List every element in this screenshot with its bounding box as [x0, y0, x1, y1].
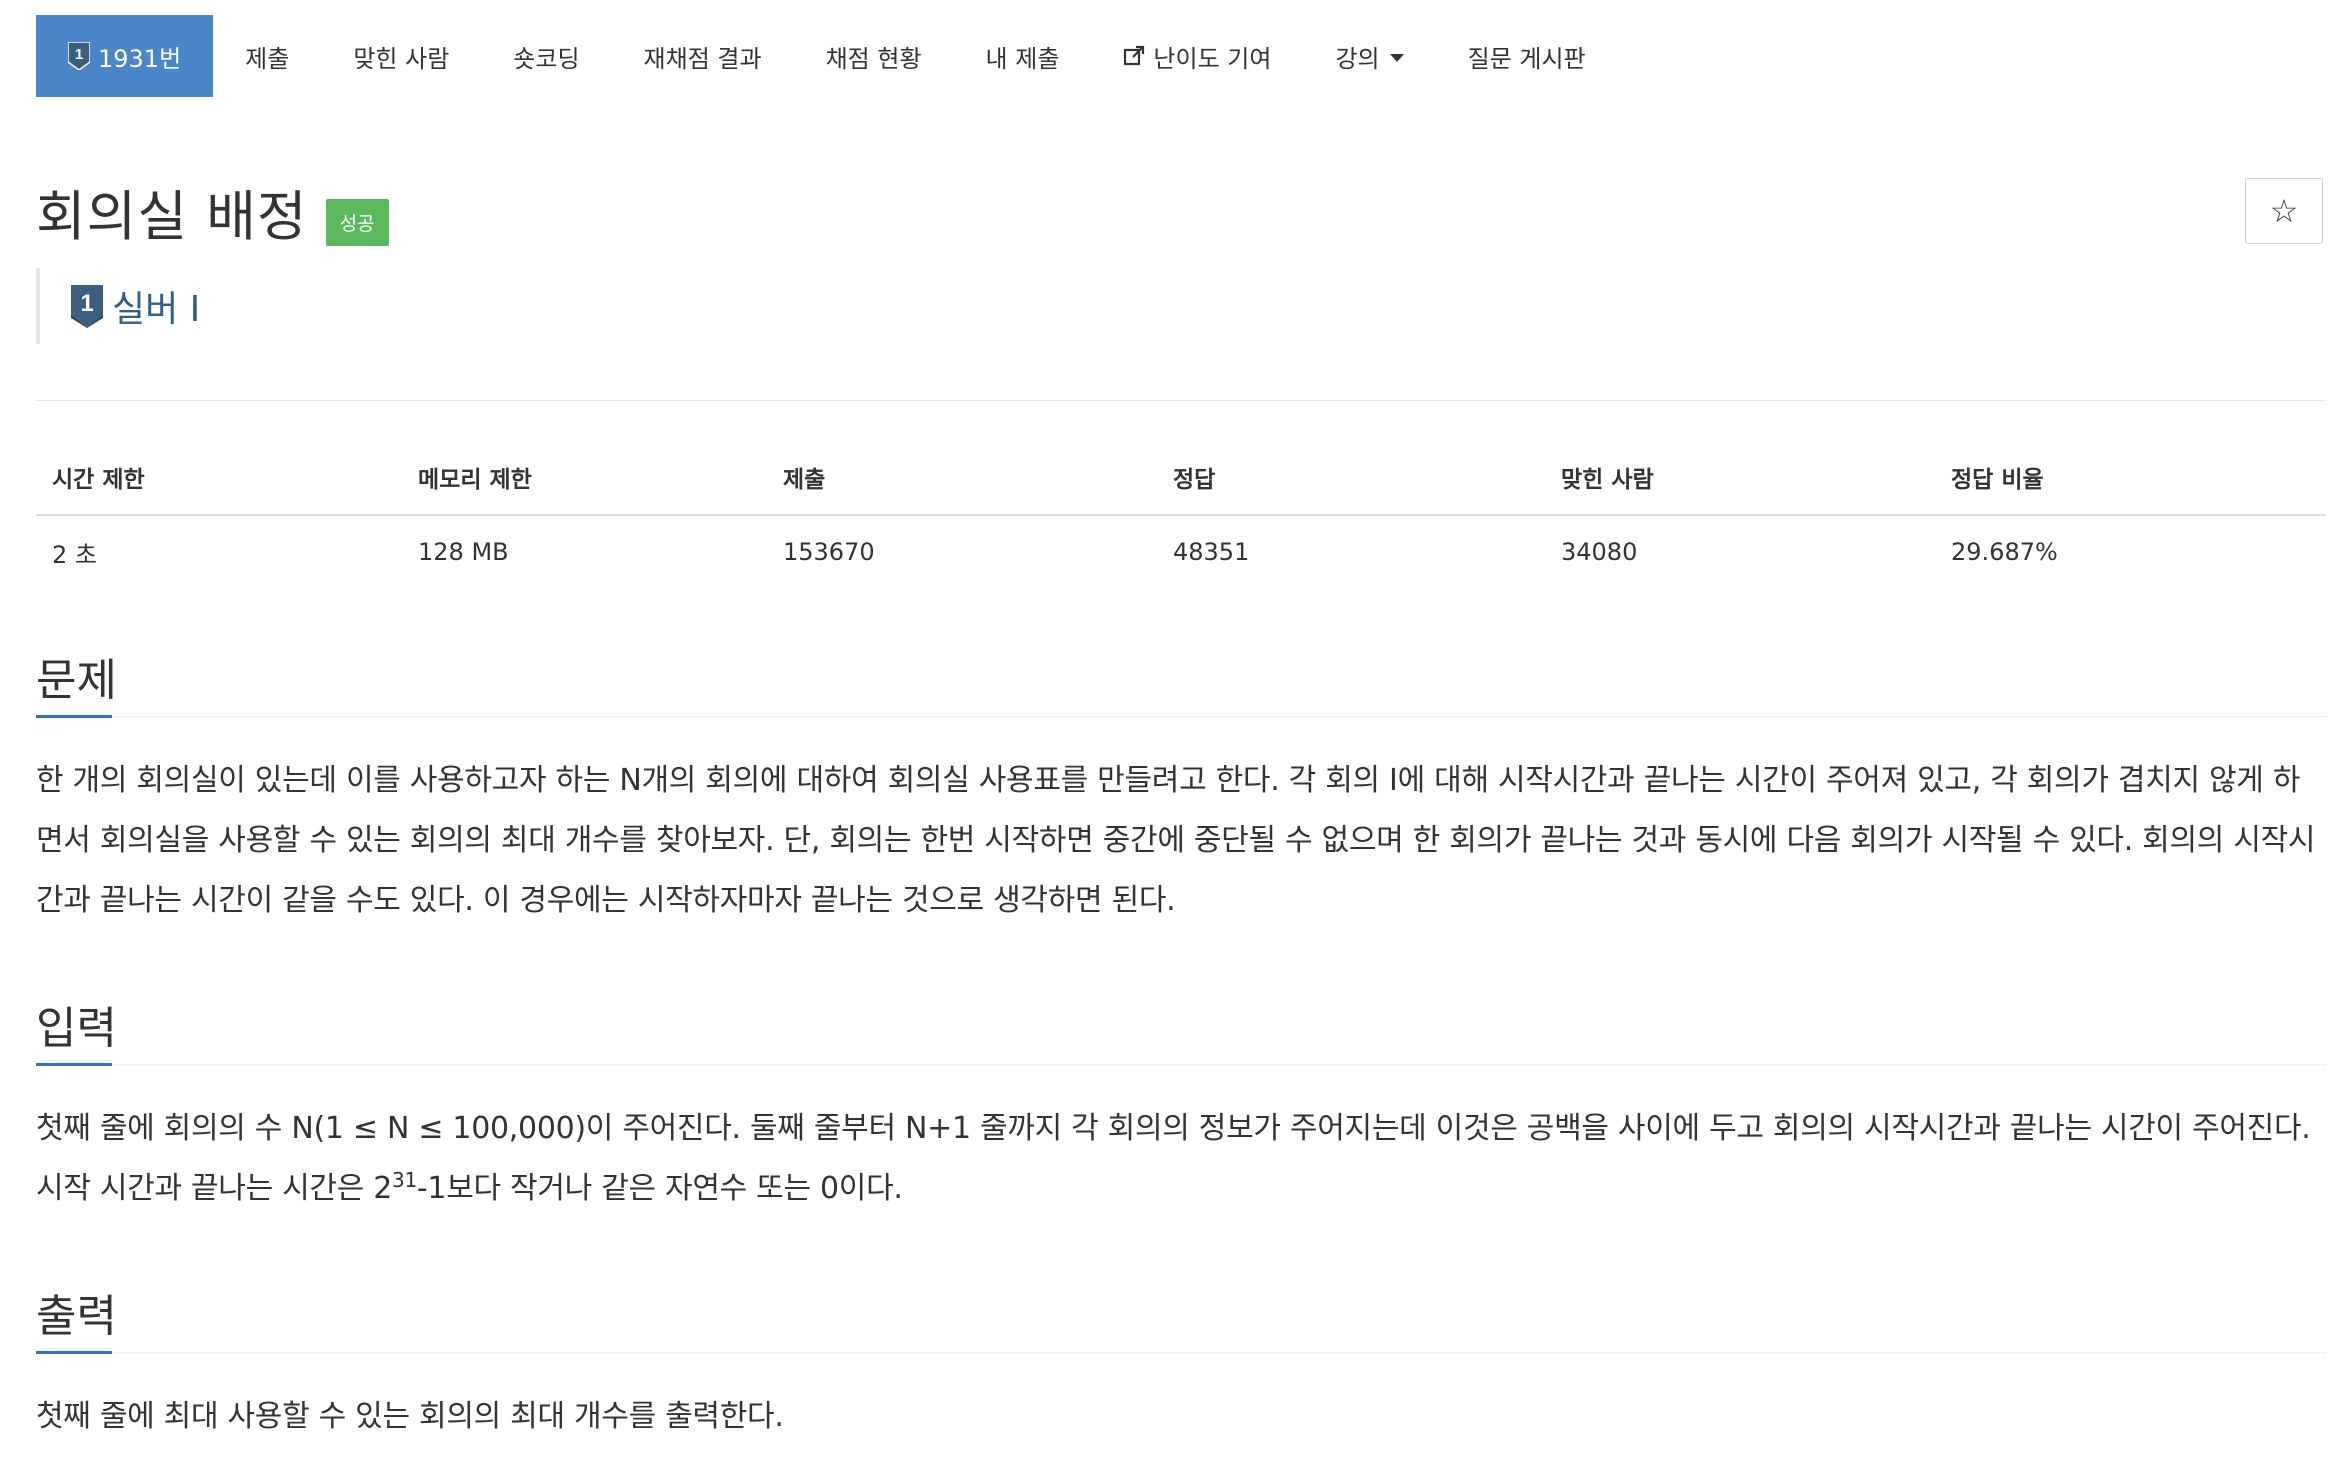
tab-submit-label: 제출 — [245, 44, 290, 73]
input-exponent: 31 — [392, 1168, 417, 1192]
tier-label: 실버 I — [112, 289, 201, 330]
tab-lectures-label: 강의 — [1335, 44, 1380, 73]
header-submissions: 제출 — [783, 467, 826, 493]
value-time-limit: 2 초 — [52, 540, 97, 569]
external-link-icon — [1123, 45, 1145, 67]
value-solved-users: 34080 — [1561, 538, 1638, 566]
tab-solved-users-label: 맞힌 사람 — [353, 44, 450, 73]
stats-header-row: 시간 제한 메모리 제한 제출 정답 맞힌 사람 정답 비율 — [36, 440, 2326, 516]
value-submissions: 153670 — [783, 538, 875, 566]
section-header: 출력 — [36, 1286, 2326, 1354]
tab-my-submissions[interactable]: 내 제출 — [954, 15, 1092, 97]
problem-stats-table: 시간 제한 메모리 제한 제출 정답 맞힌 사람 정답 비율 2 초 128 M… — [36, 440, 2326, 588]
tab-problem-number[interactable]: 1 1931번 — [36, 15, 214, 97]
tab-rejudge-results-label: 재채점 결과 — [643, 44, 762, 73]
input-text-part2: -1보다 작거나 같은 자연수 또는 0이다. — [416, 1171, 903, 1206]
tab-rejudge-results[interactable]: 재채점 결과 — [612, 15, 794, 97]
input-description-text: 첫째 줄에 회의의 수 N(1 ≤ N ≤ 100,000)이 주어진다. 둘째… — [36, 1099, 2326, 1219]
tab-short-coding[interactable]: 숏코딩 — [481, 15, 611, 97]
star-button[interactable]: ☆ — [2245, 178, 2323, 244]
tab-my-submissions-label: 내 제출 — [985, 44, 1060, 73]
problem-tier: 1 실버 I — [36, 268, 200, 344]
tab-judge-status-label: 채점 현황 — [825, 44, 922, 73]
tab-question-board[interactable]: 질문 게시판 — [1436, 15, 1618, 97]
status-badge: 성공 — [325, 199, 389, 246]
problem-description-text: 한 개의 회의실이 있는데 이를 사용하고자 하는 N개의 회의에 대하여 회의… — [36, 763, 2316, 918]
tab-difficulty-contribution[interactable]: 난이도 기여 — [1091, 15, 1303, 97]
section-underline — [36, 715, 112, 718]
problem-title-row: 회의실 배정 성공 — [36, 172, 389, 251]
value-accepted: 48351 — [1173, 538, 1250, 566]
section-header: 입력 — [36, 998, 2326, 1066]
tab-difficulty-contribution-label: 난이도 기여 — [1153, 44, 1272, 73]
tab-solved-users[interactable]: 맞힌 사람 — [321, 15, 481, 97]
input-text-part1: 첫째 줄에 회의의 수 N(1 ≤ N ≤ 100,000)이 주어진다. 둘째… — [36, 1111, 2311, 1206]
tab-judge-status[interactable]: 채점 현황 — [794, 15, 954, 97]
tab-lectures-dropdown[interactable]: 강의 — [1303, 15, 1435, 97]
tab-problem-number-label: 1931번 — [98, 44, 182, 73]
divider — [36, 400, 2326, 401]
header-time-limit: 시간 제한 — [52, 467, 145, 493]
tab-question-board-label: 질문 게시판 — [1467, 44, 1586, 73]
section-title-input: 입력 — [36, 1003, 117, 1054]
problem-page: 1 1931번 제출 맞힌 사람 숏코딩 재채점 결과 채점 현황 내 제출 난… — [0, 0, 2342, 1472]
caret-down-icon — [1389, 54, 1404, 62]
tab-submit[interactable]: 제출 — [213, 15, 321, 97]
header-solved-users: 맞힌 사람 — [1561, 467, 1654, 493]
problem-title: 회의실 배정 — [36, 185, 308, 248]
section-title-problem: 문제 — [36, 655, 117, 706]
problem-description-section: 문제 한 개의 회의실이 있는데 이를 사용하고자 하는 N개의 회의에 대하여… — [36, 650, 2326, 931]
header-memory-limit: 메모리 제한 — [418, 467, 532, 493]
tier-silver1-icon: 1 — [68, 42, 90, 70]
svg-text:1: 1 — [75, 46, 83, 63]
header-accepted: 정답 — [1173, 467, 1216, 493]
problem-nav-tabs: 1 1931번 제출 맞힌 사람 숏코딩 재채점 결과 채점 현황 내 제출 난… — [36, 15, 1618, 97]
star-icon: ☆ — [2269, 192, 2299, 230]
tab-short-coding-label: 숏코딩 — [513, 44, 580, 73]
output-description-text: 첫째 줄에 최대 사용할 수 있는 회의의 최대 개수를 출력한다. — [36, 1399, 784, 1434]
header-accept-ratio: 정답 비율 — [1951, 467, 2044, 493]
section-underline — [36, 1063, 112, 1066]
section-title-output: 출력 — [36, 1291, 117, 1342]
section-header: 문제 — [36, 650, 2326, 718]
stats-value-row: 2 초 128 MB 153670 48351 34080 29.687% — [36, 516, 2326, 588]
input-section: 입력 첫째 줄에 회의의 수 N(1 ≤ N ≤ 100,000)이 주어진다.… — [36, 998, 2326, 1219]
section-underline — [36, 1351, 112, 1354]
value-memory-limit: 128 MB — [418, 538, 509, 566]
tier-number: 1 — [80, 290, 93, 317]
output-section: 출력 첫째 줄에 최대 사용할 수 있는 회의의 최대 개수를 출력한다. — [36, 1286, 2326, 1447]
tier-silver1-badge-icon: 1 — [70, 284, 104, 328]
value-accept-ratio: 29.687% — [1951, 538, 2058, 566]
